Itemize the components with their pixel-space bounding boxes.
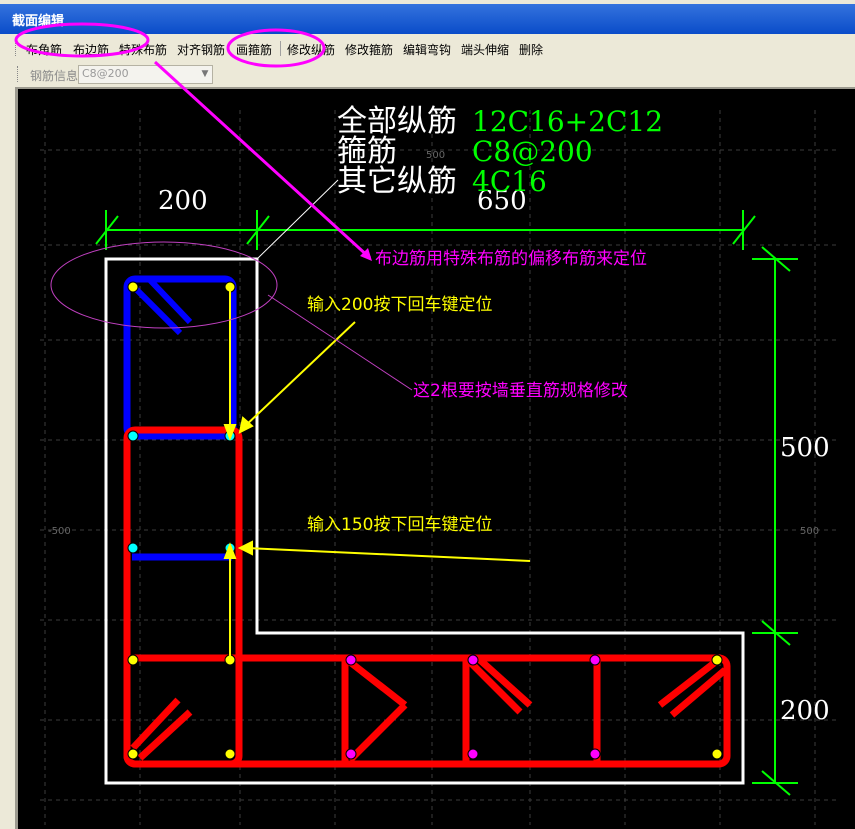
blue-stirrup-top bbox=[123, 275, 237, 440]
input-150-note: 输入150按下回车键定位 bbox=[307, 515, 492, 535]
other-value: 4C16 bbox=[472, 165, 547, 198]
blue-hook-2 bbox=[147, 277, 193, 325]
input-200-note: 输入200按下回车键定位 bbox=[307, 295, 492, 315]
grid-label-right: 500 bbox=[800, 526, 819, 537]
yellow-arrows bbox=[223, 290, 531, 660]
stirrup-value: C8@200 bbox=[472, 135, 593, 168]
drawing-overlay: -500 500 500 200 650 500 200 全部纵筋 12C16+… bbox=[14, 22, 840, 825]
other-label: 其它纵筋 bbox=[337, 164, 457, 199]
edge-bar-note: 布边筋用特殊布筋的偏移布筋来定位 bbox=[375, 249, 647, 269]
red-stirrups bbox=[123, 426, 731, 768]
longitudinal-value: 12C16+2C12 bbox=[472, 105, 663, 138]
dim-200-right: 200 bbox=[780, 696, 830, 726]
dim-200-top: 200 bbox=[158, 186, 208, 216]
grid-label-left: -500 bbox=[48, 526, 71, 537]
grid-label-top: 500 bbox=[426, 150, 445, 161]
magenta-callouts bbox=[14, 22, 413, 391]
dim-500-right: 500 bbox=[780, 433, 830, 463]
blue-hook bbox=[129, 282, 183, 336]
wall-note: 这2根要按墙垂直筋规格修改 bbox=[413, 381, 628, 401]
